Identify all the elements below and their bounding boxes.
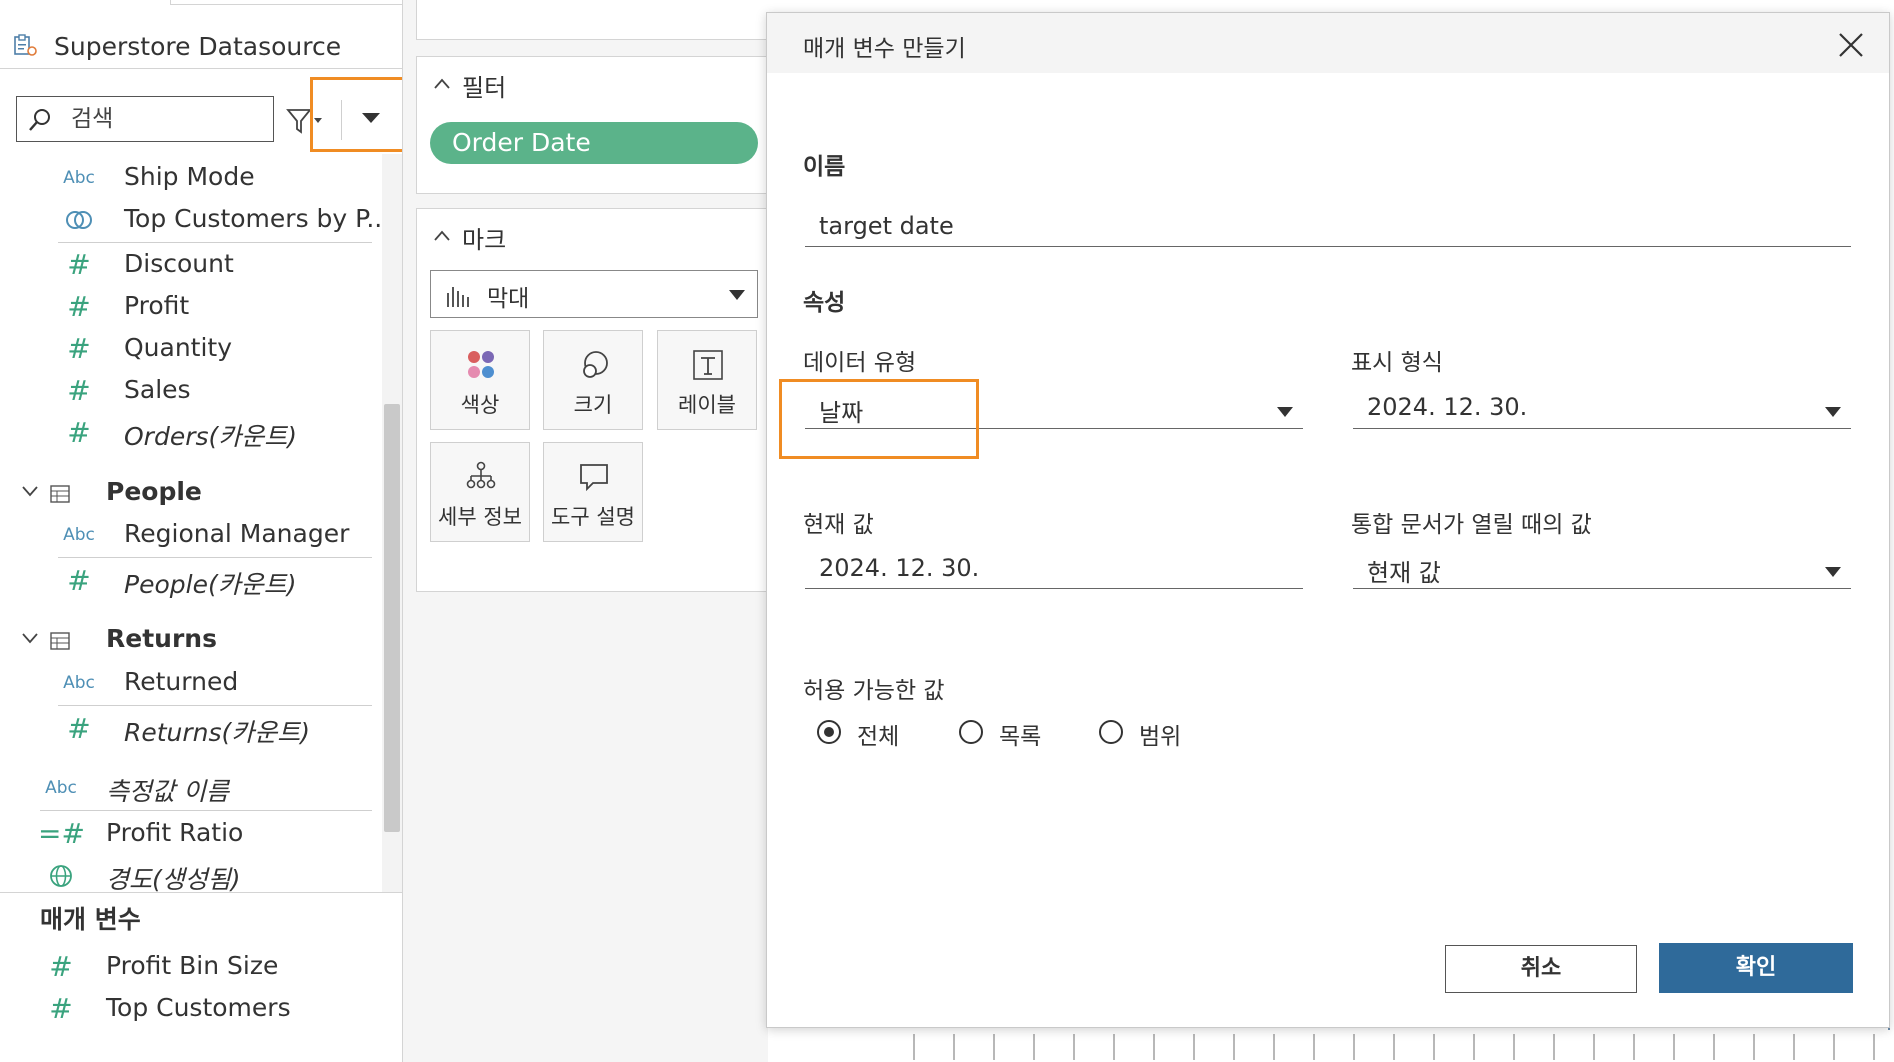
marks-size-button[interactable]: 크기: [543, 330, 643, 430]
scrollbar-thumb[interactable]: [384, 404, 400, 832]
size-circles-icon: [583, 351, 608, 378]
divider: [58, 705, 372, 706]
field-ship-mode[interactable]: Abc Ship Mode: [0, 158, 380, 198]
bar-chart-icon: [447, 287, 469, 307]
abc-icon: Abc: [63, 168, 95, 188]
chevron-down-icon[interactable]: [22, 483, 38, 499]
data-type-label: 데이터 유형: [803, 350, 917, 376]
name-label: 이름: [803, 154, 846, 180]
chevron-down-icon: [729, 290, 745, 300]
text-label-icon: [693, 350, 723, 380]
field-regional-manager[interactable]: Abc Regional Manager: [0, 515, 380, 555]
field-orders-count[interactable]: # Orders(카운트): [0, 413, 380, 453]
parameter-profit-bin-size[interactable]: # Profit Bin Size: [0, 947, 380, 987]
datasource-icon: [14, 34, 37, 56]
filters-title: 필터: [462, 74, 507, 102]
abc-icon: Abc: [45, 778, 77, 798]
cancel-button[interactable]: 취소: [1445, 945, 1637, 993]
calculated-measure-icon: =#: [38, 817, 85, 850]
field-returns-count[interactable]: # Returns(카운트): [0, 709, 380, 749]
mark-type-select[interactable]: 막대: [430, 270, 758, 318]
field-returned[interactable]: Abc Returned: [0, 663, 380, 703]
chevron-down-icon[interactable]: [22, 630, 38, 646]
current-value-input[interactable]: [805, 547, 1303, 589]
field-discount[interactable]: # Discount: [0, 245, 380, 285]
marks-color-button[interactable]: 색상: [430, 330, 530, 430]
axis-tick-marks: [913, 1034, 1875, 1060]
measure-hash-icon: #: [67, 416, 91, 449]
dialog-title: 매개 변수 만들기: [803, 36, 966, 62]
chevron-down-icon: [1825, 567, 1841, 577]
search-icon: [29, 109, 50, 131]
close-icon[interactable]: [1837, 31, 1865, 59]
chevron-down-icon: [1825, 407, 1841, 417]
measure-hash-icon: #: [49, 992, 73, 1025]
set-icon: [66, 211, 92, 229]
measure-hash-icon: #: [67, 332, 91, 365]
current-value-label: 현재 값: [803, 512, 874, 538]
allowable-range-radio[interactable]: 범위: [1099, 717, 1199, 751]
datasource-row[interactable]: Superstore Datasource: [0, 12, 402, 69]
highlight-box-data-type: [779, 379, 979, 459]
marks-tooltip-button[interactable]: 도구 설명: [543, 442, 643, 542]
chevron-down-icon: [1277, 407, 1293, 417]
field-measure-names[interactable]: Abc 측정값 이름: [0, 768, 380, 808]
table-icon: [50, 485, 70, 503]
properties-label: 속성: [803, 290, 846, 316]
divider: [40, 810, 372, 811]
display-format-label: 표시 형식: [1351, 350, 1443, 376]
marks-label-button[interactable]: 레이블: [657, 330, 757, 430]
radio-selected-icon: [817, 720, 841, 744]
marks-detail-button[interactable]: 세부 정보: [430, 442, 530, 542]
highlight-box-menu: [310, 77, 402, 152]
measure-hash-icon: #: [49, 950, 73, 983]
group-returns[interactable]: Returns: [0, 620, 380, 660]
allowable-list-radio[interactable]: 목록: [959, 717, 1059, 751]
field-quantity[interactable]: # Quantity: [0, 329, 380, 369]
speech-bubble-icon: [580, 464, 608, 492]
radio-unselected-icon: [959, 720, 983, 744]
chevron-up-icon[interactable]: [434, 228, 450, 244]
data-pane: Superstore Datasource Abc Ship Mode Top …: [0, 0, 403, 1062]
globe-icon: [50, 865, 72, 887]
search-box[interactable]: [16, 96, 274, 142]
field-sales[interactable]: # Sales: [0, 371, 380, 411]
top-strip: [0, 0, 402, 5]
on-open-label: 통합 문서가 열릴 때의 값: [1351, 512, 1592, 538]
radio-unselected-icon: [1099, 720, 1123, 744]
allowable-values-label: 허용 가능한 값: [803, 678, 945, 704]
field-profit[interactable]: # Profit: [0, 287, 380, 327]
table-icon: [50, 632, 70, 650]
measure-hash-icon: #: [67, 564, 91, 597]
field-longitude[interactable]: 경도(생성됨): [0, 856, 380, 896]
ok-button[interactable]: 확인: [1659, 943, 1853, 993]
on-open-dropdown[interactable]: 현재 값: [1353, 549, 1851, 589]
measure-hash-icon: #: [67, 248, 91, 281]
abc-icon: Abc: [63, 673, 95, 693]
search-input[interactable]: [71, 101, 261, 137]
pages-card: [416, 0, 776, 40]
name-input[interactable]: [805, 205, 1851, 247]
group-people[interactable]: People: [0, 473, 380, 513]
order-date-filter-pill[interactable]: Order Date: [430, 122, 758, 164]
parameter-top-customers[interactable]: # Top Customers: [0, 989, 380, 1029]
field-people-count[interactable]: # People(카운트): [0, 561, 380, 601]
field-profit-ratio[interactable]: =# Profit Ratio: [0, 814, 380, 854]
color-dots-icon: [468, 351, 494, 378]
allowable-all-radio[interactable]: 전체: [817, 717, 917, 751]
measure-hash-icon: #: [67, 290, 91, 323]
measure-hash-icon: #: [67, 374, 91, 407]
chevron-up-icon[interactable]: [434, 76, 450, 92]
create-parameter-dialog: 매개 변수 만들기 이름 속성 데이터 유형 날짜 표시 형식 2024. 12…: [766, 12, 1890, 1028]
marks-title: 마크: [462, 226, 507, 254]
divider: [58, 242, 372, 243]
parameters-title: 매개 변수: [40, 905, 141, 934]
detail-hierarchy-icon: [466, 461, 496, 489]
datasource-name: Superstore Datasource: [54, 32, 342, 61]
measure-hash-icon: #: [67, 712, 91, 745]
field-top-customers-set[interactable]: Top Customers by P...: [0, 200, 390, 240]
display-format-dropdown[interactable]: 2024. 12. 30.: [1353, 389, 1851, 429]
divider: [58, 557, 372, 558]
abc-icon: Abc: [63, 525, 95, 545]
